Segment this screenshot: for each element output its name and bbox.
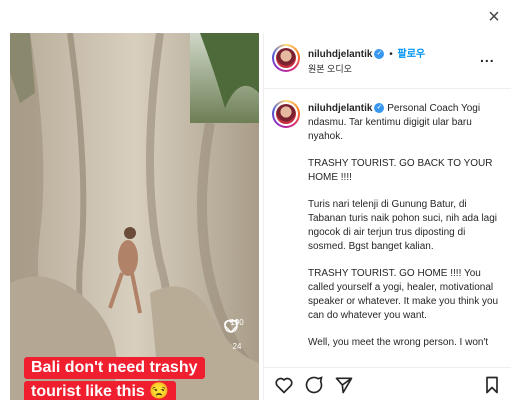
caption-text: niluhdjelantik ✓ Personal Coach Yogi ndas… bbox=[308, 102, 504, 360]
media-caption-line-2: tourist like this 😒 bbox=[24, 381, 177, 400]
more-options-icon[interactable]: ... bbox=[480, 49, 495, 65]
header-username[interactable]: niluhdjelantik bbox=[308, 49, 372, 60]
post-caption: niluhdjelantik ✓ Personal Coach Yogi ndas… bbox=[264, 90, 511, 360]
media-caption: Bali don't need trashy tourist like this… bbox=[24, 357, 234, 400]
close-icon[interactable]: × bbox=[484, 7, 504, 27]
share-icon[interactable] bbox=[334, 375, 354, 395]
header-user-line: niluhdjelantik ✓ • 팔로우 bbox=[308, 45, 425, 60]
caption-paragraph-4: TRASHY TOURIST. GO HOME !!!! You called … bbox=[308, 268, 499, 321]
reel-actions: 190 24 bbox=[223, 318, 251, 366]
media-caption-line-1: Bali don't need trashy bbox=[24, 357, 205, 379]
separator: • bbox=[389, 49, 393, 60]
comment-icon[interactable] bbox=[304, 375, 324, 395]
avatar[interactable] bbox=[272, 44, 300, 72]
tree-image bbox=[10, 33, 259, 400]
bookmark-icon[interactable] bbox=[482, 375, 502, 395]
top-bar: × bbox=[0, 0, 511, 33]
post-header: niluhdjelantik ✓ • 팔로우 원본 오디오 ... bbox=[264, 33, 511, 89]
comment-count: 24 bbox=[232, 342, 242, 351]
caption-paragraph-3: Turis nari telenji di Gunung Batur, di T… bbox=[308, 199, 498, 252]
caption-paragraph-2: TRASHY TOURIST. GO BACK TO YOUR HOME !!!… bbox=[308, 158, 493, 183]
follow-button[interactable]: 팔로우 bbox=[398, 49, 426, 60]
comment-icon[interactable] bbox=[223, 318, 239, 334]
verified-icon: ✓ bbox=[374, 103, 385, 114]
action-bar bbox=[264, 367, 511, 400]
caption-avatar[interactable] bbox=[272, 100, 300, 128]
verified-icon: ✓ bbox=[374, 49, 385, 60]
caption-paragraph-1: niluhdjelantik ✓ Personal Coach Yogi ndas… bbox=[308, 103, 481, 142]
post-details-panel: niluhdjelantik ✓ • 팔로우 원본 오디오 ... niluhdj… bbox=[263, 33, 511, 400]
instagram-post-modal: × Bali don't need trashy tourist like th… bbox=[0, 0, 511, 400]
reel-video[interactable]: Bali don't need trashy tourist like this… bbox=[10, 33, 259, 400]
audio-link[interactable]: 원본 오디오 bbox=[308, 62, 352, 75]
heart-icon[interactable] bbox=[274, 375, 294, 395]
caption-paragraph-5: Well, you meet the wrong person. I won't bbox=[308, 337, 489, 348]
caption-username[interactable]: niluhdjelantik bbox=[308, 103, 372, 114]
